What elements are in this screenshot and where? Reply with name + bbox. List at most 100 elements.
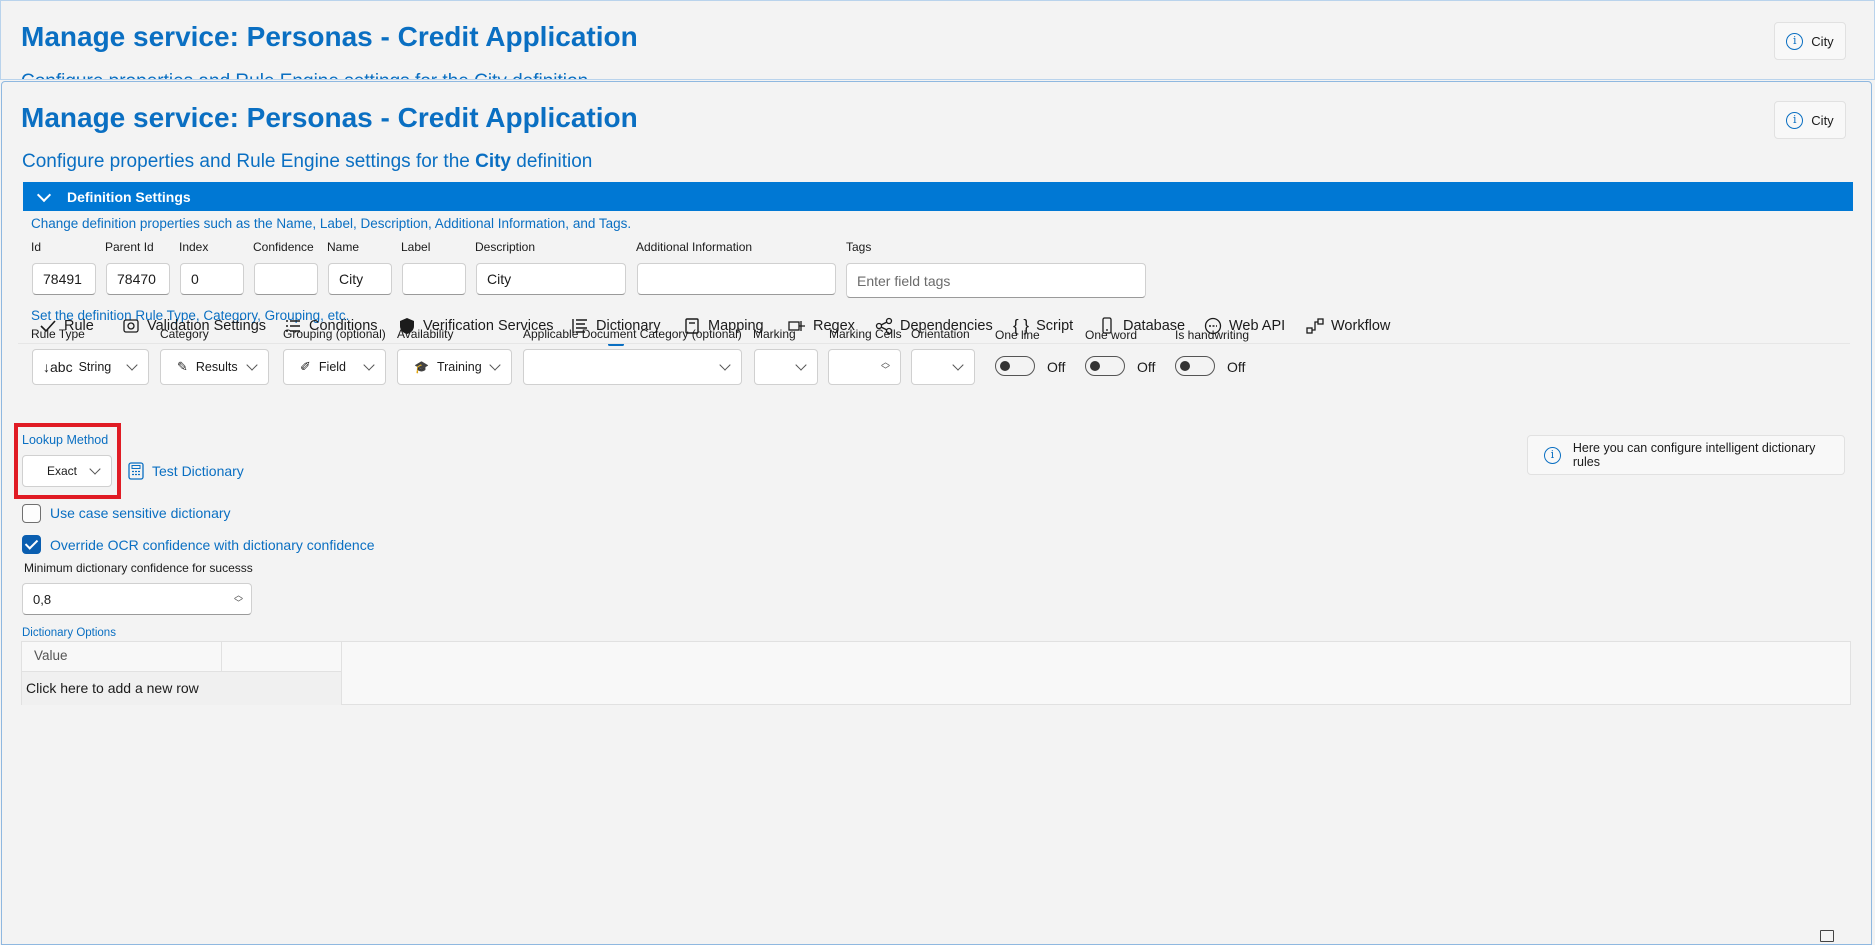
tab-web-api-label: Web API [1229,318,1286,334]
chevron-down-icon [246,359,258,371]
dictionary-list-icon [572,319,587,333]
tab-divider [18,343,1850,344]
tab-dictionary-label: Dictionary [596,318,661,334]
description-field[interactable]: City [476,263,626,295]
chevron-down-icon [489,359,501,371]
tags-input[interactable]: Enter field tags [846,263,1146,298]
definition-settings-header[interactable]: Definition Settings [23,182,1853,211]
min-confidence-stepper[interactable]: 0,8 ︿ ﹀ [22,583,252,615]
checkmark-icon [40,320,56,333]
page-subtitle: Configure properties and Rule Engine set… [22,151,592,173]
is-handwriting-toggle[interactable] [1175,356,1215,376]
min-confidence-value: 0,8 [33,591,52,607]
empty-column-header [222,642,342,672]
tab-validation-settings[interactable]: Validation Settings [122,314,266,338]
tab-rule[interactable]: Rule [39,314,94,338]
tab-script[interactable]: { } Script [1013,314,1073,338]
test-dictionary-button[interactable]: Test Dictionary [128,462,244,480]
label-label: Label [401,240,431,254]
tab-rule-label: Rule [64,318,94,334]
dictionary-options-label: Dictionary Options [22,627,116,639]
background-city-info-label: City [1811,33,1834,49]
tab-workflow[interactable]: Workflow [1306,314,1390,338]
index-label: Index [179,240,209,254]
one-word-state: Off [1137,359,1156,375]
label-field[interactable] [402,263,466,295]
chevron-down-icon [36,187,52,202]
min-confidence-label: Minimum dictionary confidence for sucess… [24,561,253,575]
chevron-down-icon [126,359,138,371]
tab-conditions[interactable]: Conditions [284,314,378,338]
subtitle-prefix: Configure properties and Rule Engine set… [22,151,470,172]
web-api-icon [1204,317,1222,335]
add-new-row[interactable]: Click here to add a new row [22,672,342,705]
tab-dependencies[interactable]: Dependencies [875,314,993,338]
id-label: Id [31,240,42,254]
marking-cells-stepper[interactable]: ︿ ﹀ [828,349,901,385]
case-sensitive-label: Use case sensitive dictionary [50,505,231,521]
name-label: Name [327,240,360,254]
background-city-info-button[interactable]: City [1774,22,1846,60]
pencil-icon: ✐ [300,359,311,374]
tab-mapping-label: Mapping [708,318,764,334]
dictionary-info-box: Here you can configure intelligent dicti… [1527,435,1845,475]
page-title: Manage service: Personas - Credit Applic… [21,102,638,133]
database-icon [1102,317,1112,334]
override-ocr-checkbox[interactable] [22,535,41,554]
rule-type-value: String [78,360,112,374]
index-field[interactable]: 0 [180,263,244,295]
category-dropdown[interactable]: ✎ Results [160,349,269,385]
graduation-cap-icon: 🎓 [414,360,429,374]
info-icon [1786,32,1804,50]
tab-verification-services[interactable]: Verification Services [398,314,554,338]
background-window-subtitle: Configure properties and Rule Engine set… [21,71,588,79]
tab-web-api[interactable]: Web API [1204,314,1285,338]
tab-validation-settings-label: Validation Settings [147,318,267,334]
up-down-arrows-icon: ︿ ﹀ [233,590,243,608]
validation-settings-icon [123,319,139,333]
tab-database[interactable]: Database [1098,314,1185,338]
confidence-field[interactable] [254,263,318,295]
override-ocr-label: Override OCR confidence with dictionary … [50,537,375,553]
dictionary-options-grid: Value Click here to add a new row [21,641,1851,705]
description-label: Description [475,240,536,254]
availability-dropdown[interactable]: 🎓 Training [397,349,512,385]
definition-properties-hint: Change definition properties such as the… [31,216,632,231]
orientation-dropdown[interactable] [911,349,975,385]
one-line-toggle[interactable] [995,356,1035,376]
category-value: Results [195,360,238,374]
parent-id-label: Parent Id [105,240,154,254]
city-info-button[interactable]: City [1774,101,1846,139]
id-field[interactable]: 78491 [32,263,96,295]
calculator-icon [128,462,144,480]
tab-dependencies-label: Dependencies [900,318,993,334]
info-icon [1544,446,1561,464]
is-handwriting-state: Off [1227,359,1246,375]
info-icon [1786,111,1804,129]
list-icon [286,320,300,332]
tab-mapping[interactable]: Mapping [683,314,764,338]
popout-icon[interactable] [1820,930,1834,942]
braces-icon: { } [1013,316,1030,335]
chevron-down-icon [363,359,375,371]
shield-icon [400,318,414,334]
tab-workflow-label: Workflow [1331,318,1391,334]
availability-value: Training [436,360,482,374]
grouping-dropdown[interactable]: ✐ Field [283,349,386,385]
case-sensitive-checkbox[interactable] [22,504,41,523]
dictionary-info-text: Here you can configure intelligent dicti… [1572,441,1816,469]
document-category-dropdown[interactable] [523,349,742,385]
one-word-toggle[interactable] [1085,356,1125,376]
value-column-header[interactable]: Value [22,642,222,672]
rule-type-dropdown[interactable]: ↓abc String [32,349,149,385]
chevron-down-icon [795,359,807,371]
tab-dictionary[interactable]: Dictionary [571,314,661,346]
marking-dropdown[interactable] [754,349,818,385]
tab-regex[interactable]: Regex [788,314,855,338]
additional-information-field[interactable] [637,263,836,295]
chevron-down-icon [952,359,964,371]
tab-database-label: Database [1123,318,1186,334]
parent-id-field[interactable]: 78470 [106,263,170,295]
manage-service-window: Manage service: Personas - Credit Applic… [1,81,1872,945]
name-field[interactable]: City [328,263,392,295]
